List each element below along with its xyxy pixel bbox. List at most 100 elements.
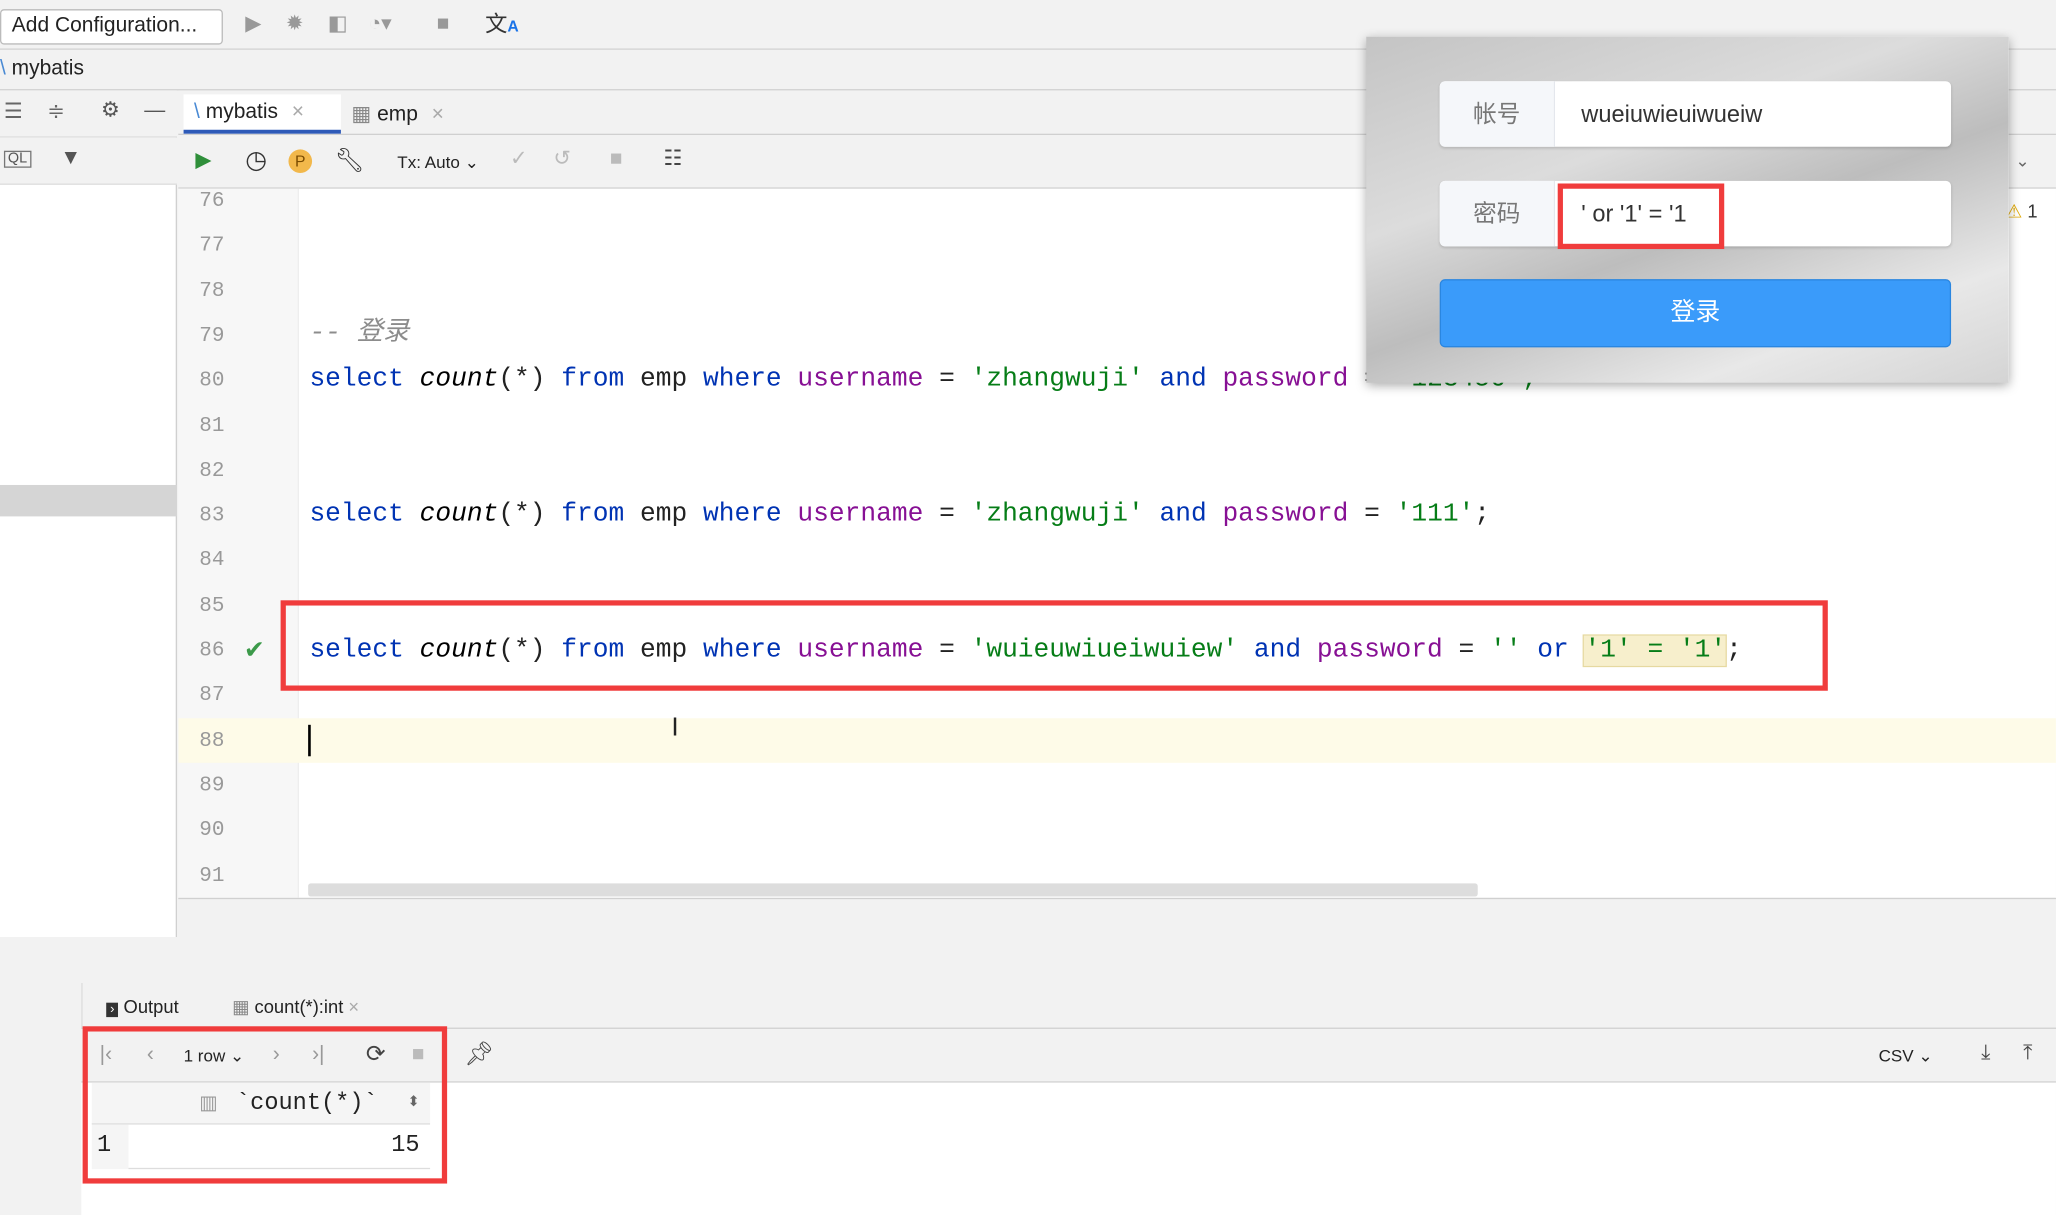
- gear-icon[interactable]: ⚙: [101, 100, 120, 122]
- minimize-icon[interactable]: —: [144, 100, 165, 122]
- code-token: where: [702, 499, 782, 530]
- profile-icon[interactable]: ◔▾: [368, 14, 391, 35]
- rollback-icon[interactable]: ↺: [553, 149, 571, 170]
- line-number: 87: [199, 683, 225, 707]
- login-button[interactable]: 登录: [1439, 279, 1952, 348]
- history-icon[interactable]: ◷: [245, 148, 267, 173]
- stop-icon[interactable]: ■: [437, 14, 450, 35]
- line-number: 86: [199, 638, 225, 662]
- project-name: mybatis: [11, 57, 84, 80]
- line-number: 89: [199, 773, 225, 797]
- line-number: 79: [199, 323, 225, 348]
- line-number: 84: [199, 548, 225, 572]
- code-token: username: [797, 364, 924, 395]
- text-caret: [308, 724, 311, 757]
- warning-count: 1: [2027, 200, 2038, 222]
- code-token: '111': [1395, 499, 1475, 530]
- comment-text: -- 登录: [309, 318, 410, 349]
- mysql-icon: \: [0, 57, 6, 80]
- parameters-icon[interactable]: P: [288, 149, 313, 174]
- tx-mode-dropdown[interactable]: Tx: Auto ⌄: [397, 152, 479, 173]
- highlight-box-result: [82, 1026, 448, 1184]
- code-token: from: [561, 499, 625, 530]
- highlight-box-password: [1557, 183, 1725, 250]
- output-layout-icon[interactable]: ☷: [663, 149, 682, 170]
- close-icon[interactable]: ×: [348, 996, 359, 1017]
- line-number: 77: [199, 233, 225, 258]
- debug-icon[interactable]: ✹: [286, 14, 304, 35]
- code-token: emp: [640, 364, 688, 395]
- code-token: where: [702, 364, 782, 395]
- code-token: password: [1222, 364, 1349, 395]
- horizontal-scrollbar[interactable]: [308, 883, 1478, 897]
- line-number: 88: [199, 728, 225, 752]
- commit-icon[interactable]: ✓: [510, 149, 528, 170]
- account-input[interactable]: wueiuwieuiwueiw: [1581, 81, 1762, 147]
- highlight-box-query: [280, 600, 1828, 691]
- line-number: 80: [199, 368, 225, 393]
- tab-count-result[interactable]: ▦ count(*):int ×: [232, 996, 359, 1018]
- tab-output[interactable]: › Output: [106, 996, 179, 1017]
- coverage-icon[interactable]: ◧: [328, 14, 348, 35]
- code-token: count: [419, 499, 499, 530]
- code-token: select: [309, 364, 404, 395]
- ide-window: Add Configuration... ▶ ✹ ◧ ◔▾ ■ 文A \ myb…: [0, 0, 2056, 1215]
- account-field[interactable]: 帐号 wueiuwieuiwueiw: [1439, 81, 1952, 147]
- translate-icon[interactable]: 文A: [485, 13, 519, 35]
- result-tabs: › Output ▦ count(*):int ×: [81, 983, 2056, 1029]
- code-token: username: [797, 499, 924, 530]
- code-token: (*): [498, 364, 546, 395]
- password-label: 密码: [1439, 180, 1556, 247]
- panel-toolbar-2: QL ▼: [0, 137, 178, 185]
- export-format-dropdown[interactable]: CSV ⌄: [1879, 1046, 1933, 1067]
- code-comment: -- 登录: [309, 312, 409, 357]
- breadcrumb-project[interactable]: \ mybatis: [0, 58, 84, 82]
- panel-toolbar: ☰ ≑ ⚙ —: [0, 90, 178, 138]
- line-number: 78: [199, 278, 225, 303]
- code-token: =: [939, 364, 955, 395]
- table-icon: ▦: [351, 103, 372, 126]
- code-token: 'zhangwuji': [970, 364, 1144, 395]
- code-token: ;: [1474, 499, 1491, 530]
- account-label: 帐号: [1439, 81, 1556, 147]
- tab-label: emp: [377, 103, 418, 126]
- status-strip: [178, 897, 2056, 938]
- line-number: 90: [199, 818, 225, 842]
- line-number: 82: [199, 458, 225, 483]
- expand-all-icon[interactable]: ☰: [4, 102, 23, 123]
- code-line-83: select count(*) from emp where username …: [309, 493, 1490, 538]
- code-token: emp: [640, 499, 688, 530]
- run-icon[interactable]: ▶: [245, 14, 261, 35]
- pin-icon[interactable]: 📌︎: [464, 1042, 494, 1066]
- check-icon: ✔: [243, 637, 265, 665]
- close-icon[interactable]: ×: [432, 104, 444, 126]
- upload-icon[interactable]: ⤒: [2023, 1043, 2032, 1064]
- code-token: and: [1159, 364, 1207, 395]
- export-label: CSV: [1878, 1045, 1914, 1066]
- wrench-icon[interactable]: 🔧︎: [334, 148, 364, 172]
- code-token: password: [1222, 499, 1349, 530]
- add-configuration-button[interactable]: Add Configuration...: [0, 9, 223, 45]
- current-line-highlight: [178, 718, 2056, 763]
- tab-mybatis[interactable]: \ mybatis ×: [183, 94, 341, 134]
- sql-console-icon[interactable]: QL: [3, 150, 32, 168]
- mysql-icon: \: [194, 100, 200, 124]
- collapse-all-icon[interactable]: ≑: [47, 102, 65, 123]
- tab-label: count(*):int: [254, 996, 344, 1018]
- database-panel: ☰ ≑ ⚙ — QL ▼: [0, 90, 178, 938]
- selected-tree-row[interactable]: [0, 484, 178, 517]
- chevron-down-icon[interactable]: ⌄: [2015, 152, 2029, 169]
- warning-indicator[interactable]: ⚠ 1: [2006, 202, 2038, 220]
- close-icon[interactable]: ×: [292, 101, 304, 123]
- tx-mode-label: Tx: Auto: [397, 152, 460, 172]
- download-icon[interactable]: ⤓: [1981, 1043, 1990, 1064]
- stop-icon[interactable]: ■: [610, 149, 623, 170]
- filter-icon[interactable]: ▼: [60, 147, 81, 169]
- code-token: (*): [498, 499, 546, 530]
- tab-emp[interactable]: ▦ emp ×: [351, 94, 469, 133]
- code-token: count: [419, 364, 499, 395]
- line-number: 76: [199, 188, 225, 213]
- code-token: and: [1159, 499, 1207, 530]
- code-token: =: [1364, 499, 1380, 530]
- execute-icon[interactable]: ▶: [195, 150, 211, 172]
